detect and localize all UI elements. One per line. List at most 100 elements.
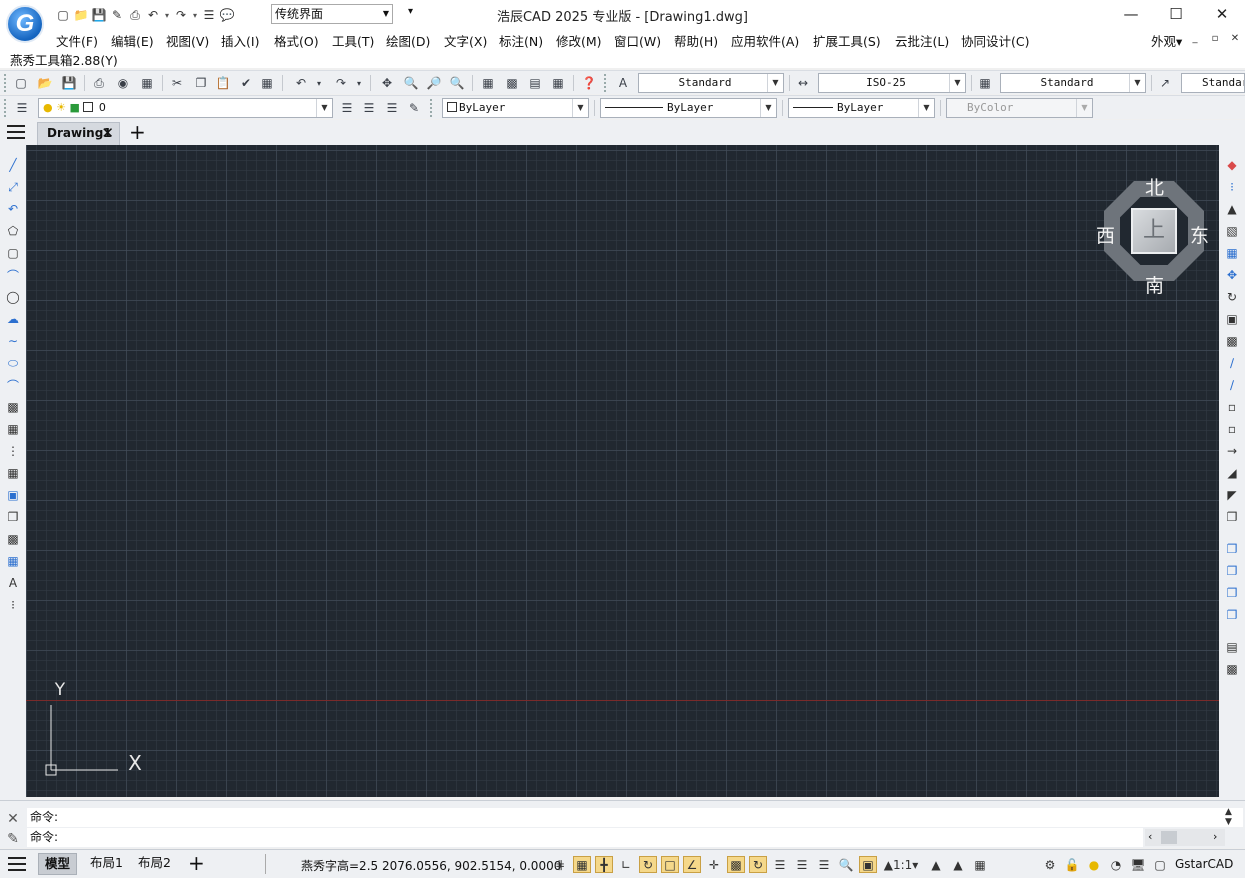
multiline-text-icon[interactable]: A	[5, 575, 21, 591]
menu-insert[interactable]: 插入(I)	[221, 31, 259, 50]
hatch-icon[interactable]: ▦	[5, 465, 21, 481]
minimize-button[interactable]: —	[1108, 0, 1154, 30]
appearance-menu[interactable]: 外观▾	[1151, 31, 1182, 50]
compass-west[interactable]: 西	[1096, 221, 1115, 248]
menu-applications[interactable]: 应用软件(A)	[731, 31, 799, 50]
menu-extension-tools[interactable]: 扩展工具(S)	[813, 31, 881, 50]
app-logo[interactable]: G	[6, 5, 44, 43]
command-options-icon[interactable]: ✎	[5, 831, 21, 847]
menu-draw[interactable]: 绘图(D)	[386, 31, 430, 50]
break-icon[interactable]: ▫	[1224, 421, 1240, 437]
mdi-minimize-button[interactable]: _	[1188, 32, 1202, 46]
command-horizontal-scrollbar[interactable]: ‹ ›	[1145, 829, 1225, 846]
design-center-icon[interactable]: ▩	[503, 74, 521, 92]
stretch-icon[interactable]: ▩	[1224, 333, 1240, 349]
break-at-point-icon[interactable]: ▫	[1224, 399, 1240, 415]
dynamic-input-icon[interactable]: ▩	[727, 856, 745, 873]
redo-dropdown-icon[interactable]: ▾	[190, 6, 200, 24]
undo-dropdown-icon[interactable]: ▾	[314, 74, 324, 92]
polygon-icon[interactable]: ⬠	[5, 223, 21, 239]
mdi-close-button[interactable]: ✕	[1228, 32, 1242, 46]
polyline-icon[interactable]: ↶	[5, 201, 21, 217]
menu-dimension[interactable]: 标注(N)	[499, 31, 543, 50]
send-under-icon[interactable]: ❐	[1224, 607, 1240, 623]
scroll-up-icon[interactable]: ▲	[1225, 807, 1232, 817]
save-icon[interactable]: 💾	[90, 6, 108, 24]
object-snap-icon[interactable]: □	[661, 856, 679, 873]
tab-drawing1[interactable]: Drawing1 ✕	[37, 122, 120, 145]
close-command-window-icon[interactable]: ✕	[5, 811, 21, 827]
text-to-front-icon[interactable]: ▤	[1224, 639, 1240, 655]
redo-dropdown-icon[interactable]: ▾	[354, 74, 364, 92]
auto-scale-icon[interactable]: ▲	[949, 856, 967, 873]
menu-help[interactable]: 帮助(H)	[674, 31, 718, 50]
compass-north[interactable]: 北	[1145, 173, 1164, 200]
save-as-icon[interactable]: ✎	[108, 6, 126, 24]
menu-edit[interactable]: 编辑(E)	[111, 31, 154, 50]
region-icon[interactable]: ❐	[5, 509, 21, 525]
mdi-restore-button[interactable]: ▫	[1208, 32, 1222, 46]
toolbar-grip[interactable]	[4, 74, 8, 92]
sun-icon[interactable]: ☀	[56, 101, 66, 114]
lock-open-icon[interactable]: ■	[69, 101, 79, 114]
add-selected-icon[interactable]: ⁝	[5, 597, 21, 613]
copy-icon[interactable]: ❐	[192, 74, 210, 92]
pan-icon[interactable]: ✥	[378, 74, 396, 92]
draw-order-back-icon[interactable]: ❐	[1224, 563, 1240, 579]
drawing-units-icon[interactable]: ▦	[971, 856, 989, 873]
menu-window[interactable]: 窗口(W)	[614, 31, 661, 50]
text-style-select[interactable]: Standard ▼	[638, 73, 784, 93]
make-layer-current-icon[interactable]: ☰	[338, 99, 356, 117]
close-button[interactable]: ✕	[1199, 0, 1245, 30]
ortho-mode-icon[interactable]: ∟	[617, 856, 635, 873]
grid-snap-icon[interactable]: ⋕	[551, 856, 569, 873]
table-icon[interactable]: ▦	[5, 553, 21, 569]
toolbar-grip[interactable]	[604, 74, 608, 92]
erase-icon[interactable]: ◆	[1224, 157, 1240, 173]
zoom-window-icon[interactable]: 🔎	[425, 74, 443, 92]
close-tab-icon[interactable]: ✕	[101, 123, 114, 144]
explode-icon[interactable]: ❐	[1224, 509, 1240, 525]
scroll-left-icon[interactable]: ‹	[1148, 830, 1152, 843]
point-icon[interactable]: ⋮	[5, 443, 21, 459]
view-cube-top-face[interactable]: 上	[1131, 208, 1177, 254]
table-style-icon[interactable]: ▦	[976, 74, 994, 92]
multileader-style-icon[interactable]: ↗	[1156, 74, 1174, 92]
redo-icon[interactable]: ↷	[332, 74, 350, 92]
lock-ui-icon[interactable]: 🔓	[1063, 856, 1081, 873]
insert-block-icon[interactable]: ▩	[5, 399, 21, 415]
annotation-visibility-icon[interactable]: ▲	[927, 856, 945, 873]
chamfer-icon[interactable]: ◢	[1224, 465, 1240, 481]
undo-icon[interactable]: ↶	[292, 74, 310, 92]
menu-cloud-markup[interactable]: 云批注(L)	[895, 31, 949, 50]
dynamic-ucs-icon[interactable]: ✛	[705, 856, 723, 873]
comment-icon[interactable]: 💬	[218, 6, 236, 24]
new-file-icon[interactable]: ▢	[54, 6, 72, 24]
scroll-down-icon[interactable]: ▼	[1225, 817, 1232, 827]
status-menu-icon[interactable]	[8, 857, 26, 871]
menu-format[interactable]: 格式(O)	[274, 31, 319, 50]
menu-view[interactable]: 视图(V)	[166, 31, 209, 50]
tool-palettes-icon[interactable]: ▤	[526, 74, 544, 92]
isolate-objects-icon[interactable]: ●	[1085, 856, 1103, 873]
transparency-icon[interactable]: ☰	[771, 856, 789, 873]
drawing-canvas[interactable]: 上 北 南 东 西 Y X	[26, 145, 1219, 797]
lightbulb-icon[interactable]: ●	[43, 101, 53, 114]
linetype-select[interactable]: ByLayer ▼	[600, 98, 777, 118]
model-space-icon[interactable]: ▣	[859, 856, 877, 873]
compass-east[interactable]: 东	[1190, 221, 1209, 248]
menu-text[interactable]: 文字(X)	[444, 31, 487, 50]
wipeout-icon[interactable]: ▩	[5, 531, 21, 547]
trim-icon[interactable]: ∕	[1224, 355, 1240, 371]
text-style-icon[interactable]: A	[614, 74, 632, 92]
publish-icon[interactable]: ▦	[138, 74, 156, 92]
maximize-button[interactable]: ☐	[1153, 0, 1199, 30]
add-layout-button[interactable]: +	[188, 852, 205, 874]
properties-icon[interactable]: ▦	[479, 74, 497, 92]
match-properties-icon[interactable]: ✔	[237, 74, 255, 92]
move-icon[interactable]: ✥	[1224, 267, 1240, 283]
rectangle-icon[interactable]: ▢	[5, 245, 21, 261]
tab-model[interactable]: 模型	[38, 853, 78, 875]
menu-collaboration[interactable]: 协同设计(C)	[961, 31, 1029, 50]
extend-icon[interactable]: ∕	[1224, 377, 1240, 393]
